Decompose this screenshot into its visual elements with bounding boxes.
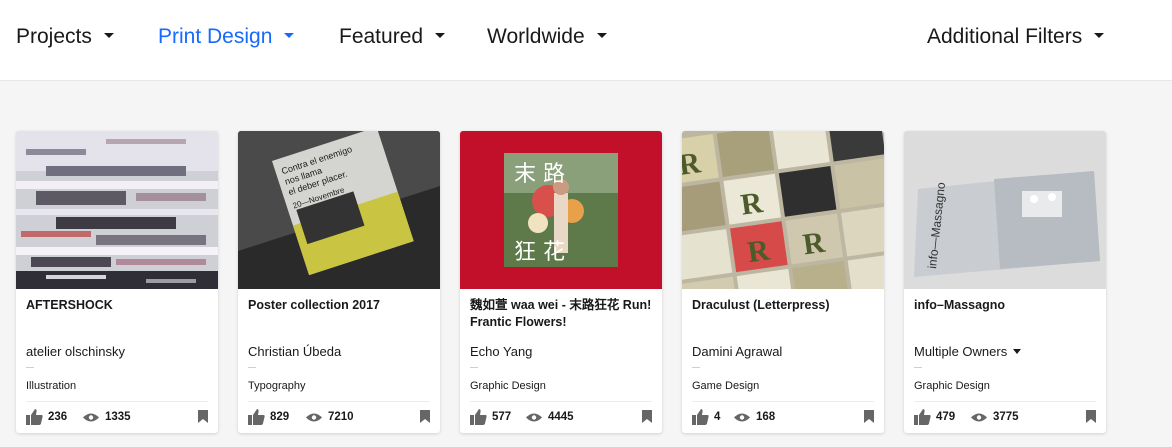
chevron-down-icon — [435, 32, 446, 38]
divider — [26, 367, 34, 368]
divider — [26, 401, 208, 402]
project-owner[interactable]: Damini Agrawal — [692, 344, 782, 359]
filter-print-design[interactable]: Print Design — [158, 24, 295, 50]
view-count: 168 — [756, 411, 776, 423]
project-title[interactable]: Poster collection 2017 — [248, 297, 432, 314]
thumbs-up-icon[interactable] — [470, 409, 487, 425]
bookmark-icon[interactable] — [864, 410, 874, 423]
divider — [914, 401, 1096, 402]
project-title[interactable]: Draculust (Letterpress) — [692, 297, 876, 314]
project-card[interactable]: R R R R Draculust (Letterpress) Damini A… — [682, 131, 884, 433]
project-card[interactable]: 末 路 狂 花 魏如萱 waa wei - 末路狂花 Run! Frantic … — [460, 131, 662, 433]
album-title-bottom: 狂 花 — [514, 240, 565, 265]
eye-icon — [734, 413, 750, 422]
bookmark-icon[interactable] — [642, 410, 652, 423]
additional-filters-label: Additional Filters — [927, 25, 1083, 48]
view-count: 3775 — [993, 411, 1019, 423]
filter-featured-label: Featured — [339, 25, 424, 48]
project-owner-dropdown[interactable]: Multiple Owners — [914, 344, 1022, 359]
thumbs-up-icon[interactable] — [26, 409, 43, 425]
project-field[interactable]: Illustration — [26, 380, 76, 392]
like-count: 479 — [936, 411, 956, 423]
additional-filters-button[interactable]: Additional Filters — [927, 24, 1105, 50]
like-count: 829 — [270, 411, 290, 423]
divider — [914, 367, 922, 368]
album-title-top: 末 路 — [514, 162, 565, 187]
view-count: 1335 — [105, 411, 131, 423]
project-stats: 479 3775 — [914, 409, 1096, 425]
divider — [248, 401, 430, 402]
chevron-down-icon — [284, 32, 295, 38]
view-count: 7210 — [328, 411, 354, 423]
view-count: 4445 — [548, 411, 574, 423]
like-count: 577 — [492, 411, 512, 423]
eye-icon — [306, 413, 322, 422]
project-title[interactable]: 魏如萱 waa wei - 末路狂花 Run! Frantic Flowers! — [470, 297, 654, 331]
filter-worldwide-label: Worldwide — [487, 25, 585, 48]
chevron-down-icon — [103, 32, 114, 38]
eye-icon — [526, 413, 542, 422]
project-stats: 4 168 — [692, 409, 874, 425]
divider — [692, 367, 700, 368]
project-stats: 577 4445 — [470, 409, 652, 425]
project-field[interactable]: Graphic Design — [914, 380, 990, 392]
project-thumbnail-draculust[interactable]: R R R R — [682, 131, 884, 289]
project-title[interactable]: info–Massagno — [914, 297, 1098, 314]
thumbs-up-icon[interactable] — [914, 409, 931, 425]
project-field[interactable]: Game Design — [692, 380, 759, 392]
chevron-down-icon — [1013, 349, 1022, 355]
project-field[interactable]: Typography — [248, 380, 305, 392]
project-owner[interactable]: Christian Úbeda — [248, 344, 341, 359]
project-thumbnail-aftershock[interactable] — [16, 131, 218, 289]
divider — [470, 367, 478, 368]
chevron-down-icon — [596, 32, 607, 38]
project-title[interactable]: AFTERSHOCK — [26, 297, 210, 314]
filter-worldwide[interactable]: Worldwide — [487, 24, 607, 50]
divider — [692, 401, 874, 402]
thumbs-up-icon[interactable] — [692, 409, 709, 425]
divider — [248, 367, 256, 368]
project-owner[interactable]: atelier olschinsky — [26, 344, 125, 359]
filter-print-design-label: Print Design — [158, 25, 273, 48]
filter-projects[interactable]: Projects — [16, 24, 114, 50]
eye-icon — [971, 413, 987, 422]
bookmark-icon[interactable] — [420, 410, 430, 423]
project-thumbnail-waa-wei[interactable]: 末 路 狂 花 — [460, 131, 662, 289]
project-card[interactable]: Contra el enemigo nos llama el deber pla… — [238, 131, 440, 433]
filter-projects-label: Projects — [16, 25, 92, 48]
project-owner[interactable]: Echo Yang — [470, 344, 532, 359]
thumbs-up-icon[interactable] — [248, 409, 265, 425]
like-count: 236 — [48, 411, 68, 423]
bookmark-icon[interactable] — [1086, 410, 1096, 423]
like-count: 4 — [714, 411, 721, 423]
project-card[interactable]: AFTERSHOCK atelier olschinsky Illustrati… — [16, 131, 218, 433]
project-owner: Multiple Owners — [914, 344, 1008, 359]
project-card[interactable]: info—Massagno info–Massagno Multiple Own… — [904, 131, 1106, 433]
eye-icon — [83, 413, 99, 422]
project-thumbnail-info-massagno[interactable]: info—Massagno — [904, 131, 1106, 289]
project-stats: 829 7210 — [248, 409, 430, 425]
project-thumbnail-poster-collection[interactable]: Contra el enemigo nos llama el deber pla… — [238, 131, 440, 289]
filter-featured[interactable]: Featured — [339, 24, 446, 50]
project-field[interactable]: Graphic Design — [470, 380, 546, 392]
project-stats: 236 1335 — [26, 409, 208, 425]
bookmark-icon[interactable] — [198, 410, 208, 423]
chevron-down-icon — [1094, 32, 1105, 38]
filter-bar: Projects Print Design Featured Worldwide… — [0, 0, 1172, 81]
divider — [470, 401, 652, 402]
